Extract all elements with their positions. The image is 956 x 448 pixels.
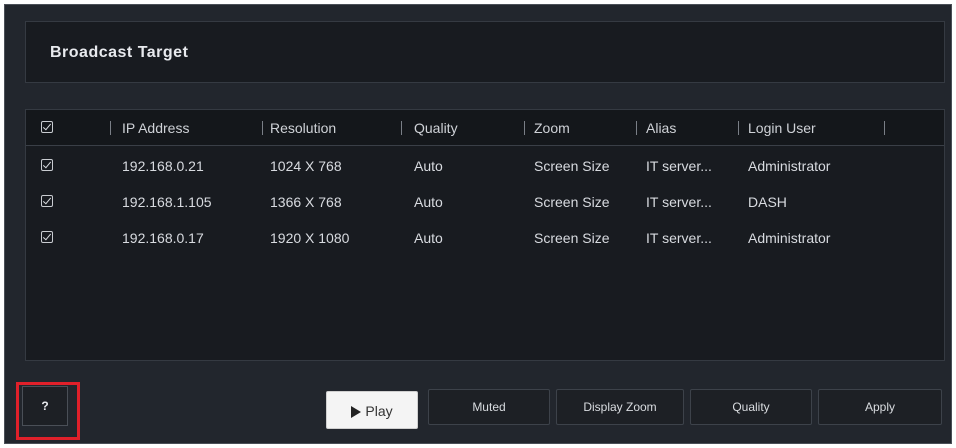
cell-quality: Auto	[414, 230, 443, 246]
play-button-label: Play	[365, 403, 393, 419]
column-separator[interactable]	[636, 121, 637, 135]
cell-zoom: Screen Size	[534, 158, 610, 174]
cell-zoom: Screen Size	[534, 194, 610, 210]
column-header-zoom[interactable]: Zoom	[534, 110, 570, 146]
row-checkbox[interactable]	[41, 231, 53, 243]
column-separator[interactable]	[738, 121, 739, 135]
cell-quality: Auto	[414, 194, 443, 210]
table-header: IP Address Resolution Quality Zoom Alias…	[26, 110, 944, 146]
apply-button[interactable]: Apply	[818, 389, 942, 425]
cell-alias: IT server...	[646, 158, 712, 174]
cell-ip-address: 192.168.0.21	[122, 158, 204, 174]
title-bar: Broadcast Target	[25, 21, 945, 83]
column-header-ip-address[interactable]: IP Address	[122, 110, 189, 146]
row-checkbox[interactable]	[41, 195, 53, 207]
table-row[interactable]: 192.168.0.17 1920 X 1080 Auto Screen Siz…	[26, 220, 944, 256]
cell-login-user: Administrator	[748, 158, 831, 174]
cell-ip-address: 192.168.1.105	[122, 194, 212, 210]
column-separator[interactable]	[110, 121, 111, 135]
help-button-highlight	[16, 382, 80, 440]
play-icon	[351, 406, 362, 419]
select-all-checkbox[interactable]	[41, 121, 53, 133]
cell-alias: IT server...	[646, 230, 712, 246]
cell-resolution: 1920 X 1080	[270, 230, 350, 246]
column-separator[interactable]	[262, 121, 263, 135]
table-row[interactable]: 192.168.0.21 1024 X 768 Auto Screen Size…	[26, 148, 944, 184]
column-header-resolution[interactable]: Resolution	[270, 110, 336, 146]
display-zoom-button[interactable]: Display Zoom	[556, 389, 684, 425]
column-separator[interactable]	[524, 121, 525, 135]
cell-ip-address: 192.168.0.17	[122, 230, 204, 246]
column-header-alias[interactable]: Alias	[646, 110, 676, 146]
cell-resolution: 1366 X 768	[270, 194, 342, 210]
play-button[interactable]: Play	[326, 391, 418, 429]
column-separator[interactable]	[401, 121, 402, 135]
target-table: IP Address Resolution Quality Zoom Alias…	[25, 109, 945, 361]
cell-quality: Auto	[414, 158, 443, 174]
broadcast-target-window: Broadcast Target IP Address Resolution Q…	[4, 4, 952, 444]
table-row[interactable]: 192.168.1.105 1366 X 768 Auto Screen Siz…	[26, 184, 944, 220]
window-title: Broadcast Target	[50, 44, 189, 61]
column-header-login-user[interactable]: Login User	[748, 110, 816, 146]
cell-zoom: Screen Size	[534, 230, 610, 246]
cell-alias: IT server...	[646, 194, 712, 210]
row-checkbox[interactable]	[41, 159, 53, 171]
quality-button[interactable]: Quality	[690, 389, 812, 425]
cell-login-user: DASH	[748, 194, 787, 210]
column-header-quality[interactable]: Quality	[414, 110, 458, 146]
muted-button[interactable]: Muted	[428, 389, 550, 425]
cell-login-user: Administrator	[748, 230, 831, 246]
column-separator[interactable]	[884, 121, 885, 135]
cell-resolution: 1024 X 768	[270, 158, 342, 174]
